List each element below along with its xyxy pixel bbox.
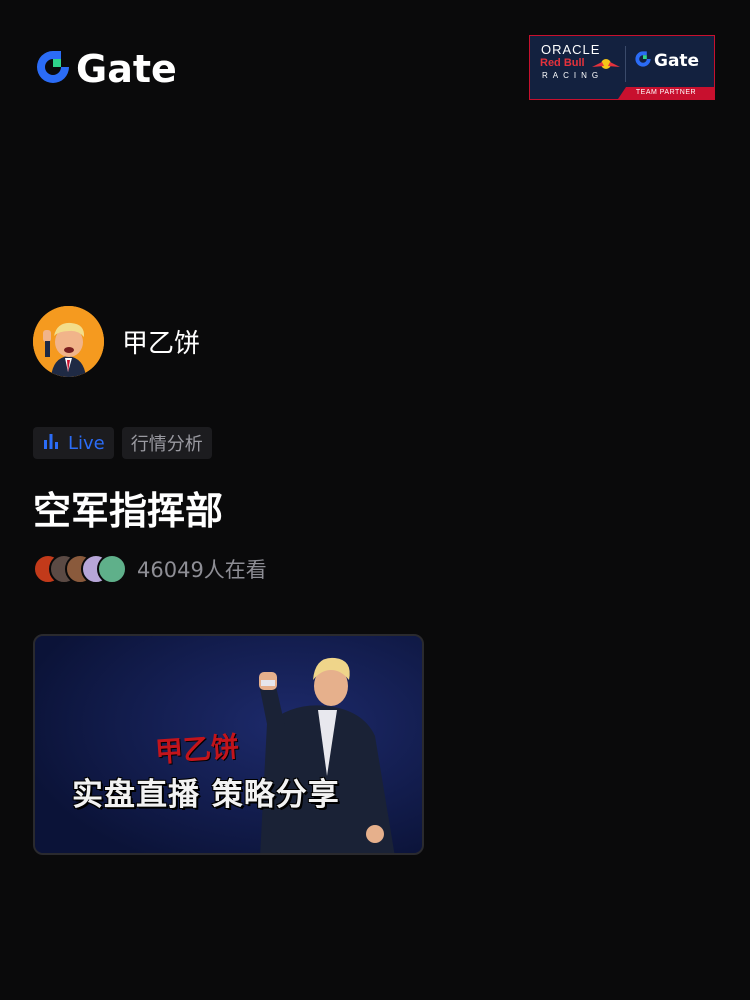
gate-logo-text: Gate [76,47,177,91]
stream-title: 空军指挥部 [33,489,224,533]
streamer-name: 甲乙饼 [122,329,201,359]
thumbnail-slogan: 实盘直播 策略分享 [72,777,340,813]
viewer-info: 46049人在看 [33,554,267,584]
live-stream-page: Gate ORACLE Red Bull RACING Gate TEAM PA… [0,0,750,1000]
live-badge: Live [33,427,114,459]
streamer-avatar[interactable] [33,306,104,377]
thumbnail-name-overlay: 甲乙饼 [154,730,241,769]
team-partner-badge: ORACLE Red Bull RACING Gate TEAM PARTNER [529,35,715,100]
partner-gate-logo: Gate [634,50,699,72]
stream-thumbnail[interactable]: 甲乙饼 实盘直播 策略分享 [33,634,424,855]
racing-wordmark: RACING [542,71,604,80]
streamer-info[interactable]: 甲乙饼 [33,306,200,377]
viewer-avatar-stack [33,554,127,584]
team-partner-label: TEAM PARTNER [618,87,714,99]
live-label: Live [68,432,105,454]
partner-gate-text: Gate [654,51,700,71]
gate-small-logo-icon [634,50,652,72]
bar-chart-icon [42,432,60,455]
red-bull-wordmark: Red Bull [540,57,585,69]
gate-logo[interactable]: Gate [34,48,177,90]
oracle-wordmark: ORACLE [541,42,601,57]
stream-tags: Live 行情分析 [33,427,212,459]
category-tag[interactable]: 行情分析 [121,427,212,459]
gate-logo-icon [34,48,72,90]
badge-divider [625,46,626,82]
viewer-avatar [97,554,127,584]
viewer-count: 46049人在看 [137,558,267,582]
